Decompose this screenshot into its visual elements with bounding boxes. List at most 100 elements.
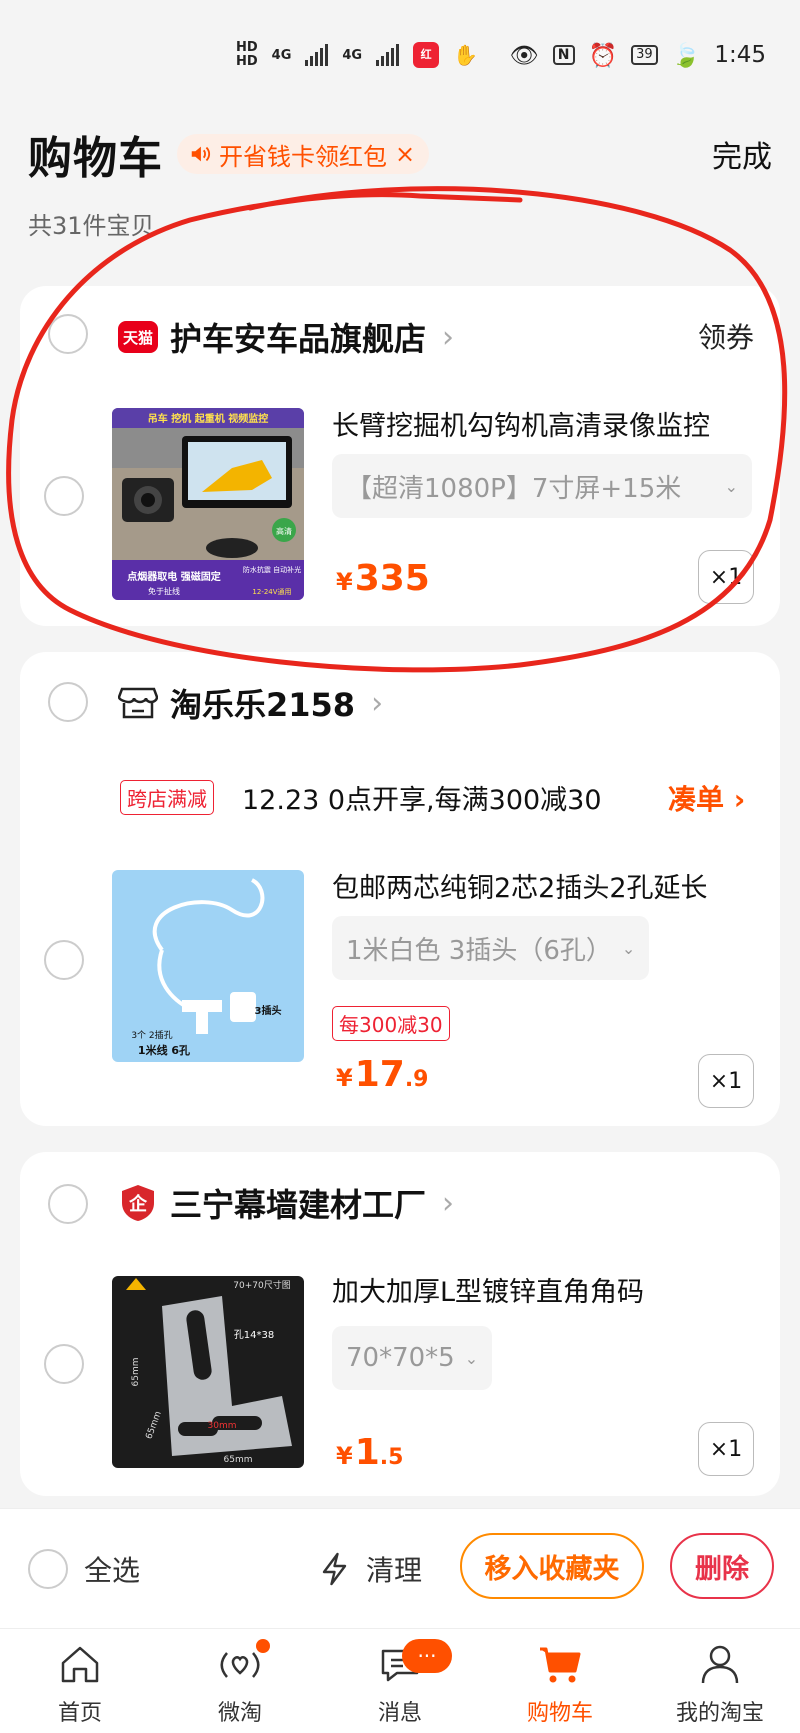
chevron-right-icon: › xyxy=(442,1185,455,1221)
tab-cart[interactable]: 购物车 xyxy=(480,1629,640,1733)
chevron-down-icon: ⌄ xyxy=(621,938,636,958)
shop-card: 天猫 护车安车品旗舰店 › 领券 吊车 挖机 起重机 视频监控 高清 防水抗震 … xyxy=(20,286,780,626)
image-dim-1: 65mm xyxy=(131,1358,141,1387)
page-title: 购物车 xyxy=(28,133,163,184)
product-price: ¥ 17 .9 xyxy=(336,1054,428,1095)
product-title[interactable]: 加大加厚L型镀锌直角角码 xyxy=(332,1270,644,1309)
home-icon xyxy=(61,1646,99,1683)
signal-icon xyxy=(305,44,329,66)
tmall-badge: 天猫 xyxy=(118,321,158,353)
tab-label: 消息 xyxy=(377,1701,422,1726)
image-voltage-text: 12-24V通用 xyxy=(252,587,291,596)
chevron-down-icon: ⌄ xyxy=(724,476,738,496)
sku-selector[interactable]: 1米白色 3插头（6孔） ⌄ xyxy=(332,916,650,980)
image-title: 70+70尺寸图 xyxy=(233,1279,290,1291)
shop-card: 淘乐乐2158 › 跨店满减 12.23 0点开享,每满300减30 凑单 › … xyxy=(20,652,780,1126)
move-to-favorites-button[interactable]: 移入收藏夹 xyxy=(460,1533,644,1599)
done-button[interactable]: 完成 xyxy=(712,132,772,176)
image-label-b: 3插头 xyxy=(255,1004,282,1017)
status-bar: HD HD 4G 4G 红 ✋ 👁 N ⏰ 39 🍃 1:45 xyxy=(0,0,800,110)
currency-symbol: ¥ xyxy=(336,568,353,596)
image-hole-label: 孔14*38 xyxy=(234,1329,274,1341)
tab-home[interactable]: 首页 xyxy=(0,1629,160,1733)
alarm-icon: ⏰ xyxy=(588,42,618,69)
banner-text: 开省钱卡领红包 xyxy=(219,142,387,171)
sku-selector[interactable]: 【超清1080P】7寸屏+15米 ⌄ xyxy=(332,454,752,518)
app-notification-icon: 红 xyxy=(413,42,440,68)
image-dim-4: 65mm xyxy=(224,1455,253,1465)
tab-weitao[interactable]: 微淘 xyxy=(160,1629,320,1733)
shopping-cart-icon xyxy=(540,1647,581,1683)
shop-header[interactable]: 天猫 护车安车品旗舰店 › xyxy=(118,314,454,360)
chevron-down-icon: ⌄ xyxy=(464,1348,479,1368)
select-all-control[interactable]: 全选 xyxy=(28,1549,140,1589)
quantity-button[interactable]: ×1 xyxy=(698,1054,754,1108)
price-integer: 335 xyxy=(354,558,430,599)
item-select-checkbox[interactable] xyxy=(44,1344,84,1384)
lightning-icon xyxy=(322,1552,347,1586)
product-image[interactable]: 3个 2插孔 3插头 1米线 6孔 xyxy=(112,870,304,1062)
product-title[interactable]: 包邮两芯纯铜2芯2插头2孔延长 xyxy=(332,866,708,905)
cart-action-bar: 全选 清理 移入收藏夹 删除 xyxy=(0,1508,800,1628)
hand-icon: ✋ xyxy=(453,43,479,67)
tab-messages[interactable]: ··· 消息 xyxy=(320,1629,480,1733)
shop-name: 淘乐乐2158 xyxy=(170,686,356,724)
shop-header[interactable]: 淘乐乐2158 › xyxy=(118,680,383,726)
item-select-checkbox[interactable] xyxy=(44,476,84,516)
quantity-button[interactable]: ×1 xyxy=(698,550,754,604)
select-all-checkbox[interactable] xyxy=(28,1549,68,1589)
network-1-label: 4G xyxy=(271,47,292,63)
network-2-label: 4G xyxy=(342,47,363,63)
store-icon xyxy=(118,687,158,719)
cart-header: 购物车 开省钱卡领红包 × 完成 xyxy=(28,118,772,190)
shop-select-checkbox[interactable] xyxy=(48,682,88,722)
currency-symbol: ¥ xyxy=(336,1442,353,1470)
get-coupon-button[interactable]: 领券 xyxy=(698,316,754,356)
sku-text: 【超清1080P】7寸屏+15米 xyxy=(346,473,682,504)
gather-order-link[interactable]: 凑单 › xyxy=(668,778,745,818)
hd1-label: HD xyxy=(236,40,258,55)
image-dim-3: 30mm xyxy=(208,1421,237,1431)
clean-button[interactable]: 清理 xyxy=(318,1549,422,1589)
image-bottom-text-1: 点烟器取电 强磁固定 xyxy=(127,570,220,583)
signal-2-icon xyxy=(376,44,400,66)
savings-card-banner[interactable]: 开省钱卡领红包 × xyxy=(177,134,430,174)
chevron-right-icon: › xyxy=(371,685,384,721)
clock-time: 1:45 xyxy=(714,42,766,68)
product-image[interactable]: 70+70尺寸图 孔14*38 65mm 65mm 30mm 65mm xyxy=(112,1276,304,1468)
leaf-icon: 🍃 xyxy=(671,42,701,69)
quantity-button[interactable]: ×1 xyxy=(698,1422,754,1476)
chevron-right-icon: › xyxy=(442,319,455,355)
sku-selector[interactable]: 70*70*5 ⌄ xyxy=(332,1326,493,1390)
price-integer: 1 xyxy=(354,1432,380,1473)
bottom-tab-bar: 首页 微淘 ··· 消息 购物车 我的淘宝 xyxy=(0,1628,800,1733)
price-decimal: .5 xyxy=(379,1445,404,1470)
image-label-a: 3个 2插孔 xyxy=(131,1029,172,1041)
status-right: 👁 N ⏰ 39 🍃 1:45 xyxy=(510,42,766,69)
eye-icon: 👁 xyxy=(509,42,539,69)
product-price: ¥ 1 .5 xyxy=(336,1432,403,1473)
clean-label: 清理 xyxy=(366,1554,423,1587)
promo-text: 12.23 0点开享,每满300减30 xyxy=(242,785,602,816)
product-title[interactable]: 长臂挖掘机勾钩机高清录像监控 xyxy=(332,404,710,443)
shop-select-checkbox[interactable] xyxy=(48,1184,88,1224)
shop-select-checkbox[interactable] xyxy=(48,314,88,354)
nfc-icon: N xyxy=(552,45,575,65)
chevron-right-icon: › xyxy=(733,783,746,816)
image-label-c: 1米线 6孔 xyxy=(138,1043,190,1057)
close-icon[interactable]: × xyxy=(395,140,415,168)
shop-header[interactable]: 企 三宁幕墙建材工厂 › xyxy=(118,1180,454,1226)
image-bottom-text-2: 免于扯线 xyxy=(148,586,180,596)
item-select-checkbox[interactable] xyxy=(44,940,84,980)
discount-tag: 每300减30 xyxy=(332,1006,450,1041)
product-price: ¥ 335 xyxy=(336,558,430,599)
shop-name: 三宁幕墙建材工厂 xyxy=(170,1186,427,1224)
image-top-text: 吊车 挖机 起重机 视频监控 xyxy=(148,412,268,425)
hd2-label: HD xyxy=(236,54,258,69)
tab-my-taobao[interactable]: 我的淘宝 xyxy=(640,1629,800,1733)
product-image[interactable]: 吊车 挖机 起重机 视频监控 高清 防水抗震 自动补光 点烟器取电 强磁固定 免… xyxy=(112,408,304,600)
tab-label: 首页 xyxy=(57,1701,102,1726)
delete-button[interactable]: 删除 xyxy=(670,1533,774,1599)
select-all-label: 全选 xyxy=(84,1554,141,1587)
currency-symbol: ¥ xyxy=(336,1064,353,1092)
